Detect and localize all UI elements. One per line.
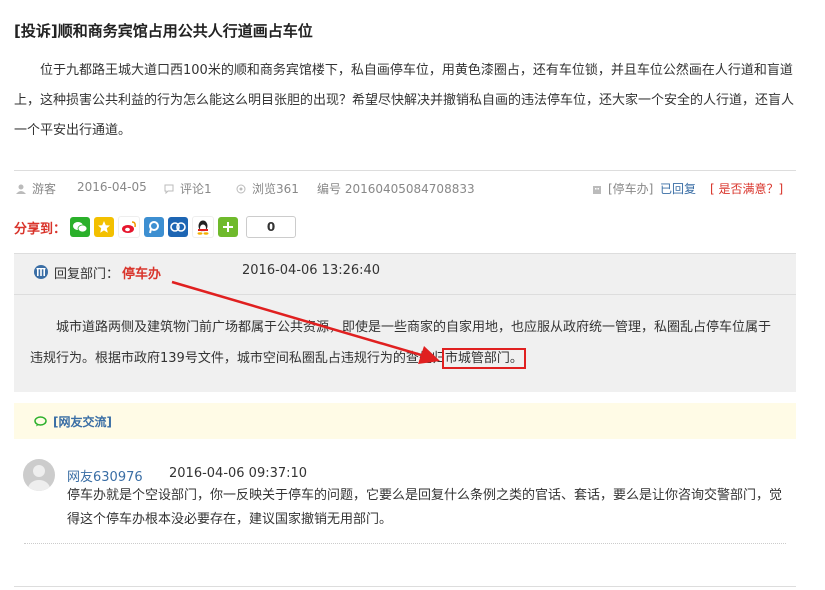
dept-tag: [停车办]: [592, 180, 653, 197]
reply-header: 回复部门： 停车办 2016-04-06 13:26:40: [14, 254, 796, 295]
tencent-weibo-icon[interactable]: [144, 217, 165, 237]
reply-datetime: 2016-04-06 13:26:40: [242, 263, 381, 278]
comment-icon: [164, 184, 174, 194]
reply-status[interactable]: 已回复: [660, 180, 696, 197]
building-icon: [593, 185, 601, 194]
comment-count-label: 评论1: [180, 182, 212, 196]
view-count-label: 浏览361: [252, 182, 299, 196]
post-title: [投诉]顺和商务宾馆占用公共人行道画占车位: [14, 22, 313, 40]
netfriend-section-header: [网友交流]: [14, 403, 796, 439]
qq-icon[interactable]: [192, 216, 215, 238]
netfriend-label: [网友交流]: [53, 414, 112, 429]
comment-divider: [24, 543, 786, 544]
post-number: 编号 20160405084708833: [317, 182, 475, 196]
chat-bubble-icon: [34, 415, 47, 426]
renren-icon[interactable]: [168, 217, 189, 237]
qzone-icon[interactable]: [94, 217, 115, 237]
highlighted-department: 市城管部门。: [441, 348, 526, 369]
reply-body: 城市道路两侧及建筑物门前广场都属于公共资源，即使是一些商家的自家用地，也应服从政…: [30, 312, 780, 374]
dept-tag-label: [停车办]: [608, 182, 654, 196]
wechat-icon[interactable]: [70, 217, 91, 237]
satisfaction-link[interactable]: [ 是否满意？]: [710, 180, 783, 197]
view-count: 浏览361: [236, 180, 299, 197]
avatar: [23, 459, 55, 491]
comment-count[interactable]: 评论1: [164, 180, 212, 197]
author-name: 游客: [32, 182, 57, 196]
official-reply: 回复部门： 停车办 2016-04-06 13:26:40 城市道路两侧及建筑物…: [14, 253, 796, 392]
comment-datetime: 2016-04-06 09:37:10: [169, 466, 308, 481]
divider: [14, 170, 796, 171]
department-icon: [34, 265, 48, 279]
default-avatar-icon: [28, 465, 50, 491]
author-info: 游客: [16, 180, 56, 197]
share-label: 分享到：: [14, 221, 67, 237]
comment-username[interactable]: 网友630976: [67, 466, 143, 485]
reply-text: 城市道路两侧及建筑物门前广场都属于公共资源，即使是一些商家的自家用地，也应服从政…: [30, 320, 772, 366]
reply-dept-label: 回复部门：: [54, 267, 120, 282]
share-count: 0: [246, 216, 297, 238]
share-bar: 分享到： 0: [14, 215, 297, 239]
bottom-divider: [14, 586, 796, 587]
comment-text: 停车办就是个空设部门，你一反映关于停车的问题，它要么是回复什么条例之类的官话、套…: [67, 488, 783, 527]
reply-dept-name[interactable]: 停车办: [122, 263, 161, 282]
post-date: 2016-04-05: [77, 180, 147, 194]
eye-icon: [236, 184, 246, 193]
post-description: 位于九都路王城大道口西100米的顺和商务宾馆楼下，私自画停车位，用黄色漆圈占，还…: [14, 63, 795, 138]
user-icon: [16, 184, 26, 194]
post-meta: 游客 2016-04-05 评论1 浏览361 编号 2016040508470…: [14, 180, 796, 198]
more-share-icon[interactable]: [218, 217, 239, 237]
weibo-icon[interactable]: [118, 216, 141, 238]
